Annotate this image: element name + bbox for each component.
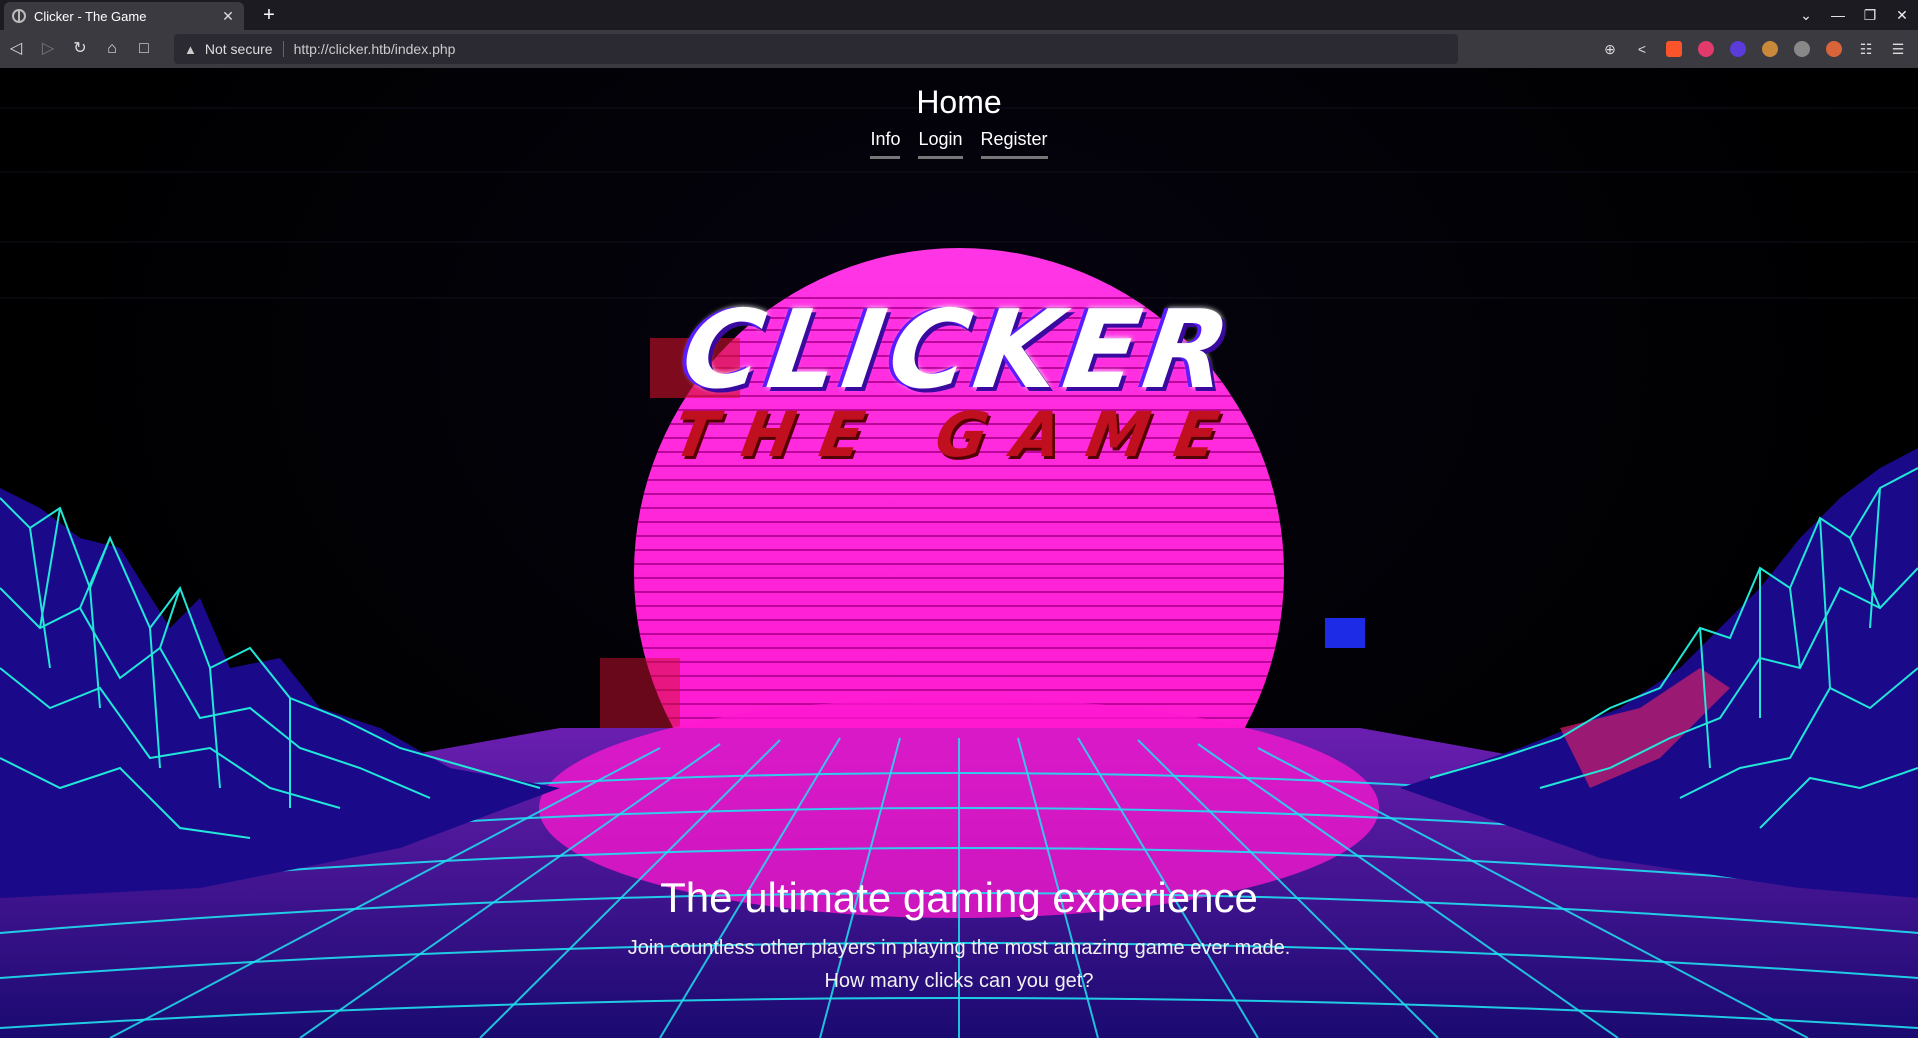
wappalyzer-icon[interactable]	[1820, 35, 1848, 63]
share-icon[interactable]: <	[1628, 35, 1656, 63]
close-tab-icon[interactable]: ✕	[220, 8, 236, 25]
extension-purple-icon[interactable]	[1724, 35, 1752, 63]
warning-icon: ▲	[184, 41, 197, 57]
site-nav: Info Login Register	[0, 129, 1918, 159]
globe-icon	[12, 9, 26, 23]
minimize-button[interactable]: —	[1822, 7, 1854, 23]
hero-section: The ultimate gaming experience Join coun…	[0, 874, 1918, 998]
address-bar[interactable]: ▲ Not secure http://clicker.htb/index.ph…	[174, 34, 1458, 64]
nav-link-register[interactable]: Register	[980, 129, 1048, 159]
close-window-button[interactable]: ✕	[1886, 7, 1918, 24]
site-header: Home Info Login Register	[0, 84, 1918, 159]
browser-tab[interactable]: Clicker - The Game ✕	[4, 2, 244, 30]
hero-heading: The ultimate gaming experience	[660, 874, 1258, 921]
page-title: Home	[916, 84, 1002, 120]
back-icon[interactable]: ◁	[0, 33, 32, 65]
url-text[interactable]: http://clicker.htb/index.php	[294, 41, 456, 57]
window-controls: ⌄ — ❐ ✕	[1790, 0, 1918, 30]
cookie-extension-icon[interactable]	[1756, 35, 1784, 63]
browser-tab-bar: Clicker - The Game ✕ + ⌄ — ❐ ✕	[0, 0, 1918, 30]
logo-title: CLICKER	[675, 288, 1243, 413]
forward-icon[interactable]: ▷	[32, 33, 64, 65]
tab-title: Clicker - The Game	[34, 8, 147, 24]
restore-button[interactable]: ❐	[1854, 7, 1886, 24]
nav-link-login[interactable]: Login	[918, 129, 963, 159]
security-label[interactable]: Not secure	[205, 41, 273, 57]
logo-subtitle: THE GAME	[668, 398, 1250, 471]
brave-shield-icon[interactable]	[1660, 35, 1688, 63]
zoom-icon[interactable]: ⊕	[1596, 35, 1624, 63]
tab-list-button[interactable]: ⌄	[1790, 7, 1822, 24]
page-content: Home Info Login Register CLICKER THE GAM…	[0, 68, 1918, 1038]
rewards-icon[interactable]	[1692, 35, 1720, 63]
new-tab-button[interactable]: +	[256, 2, 282, 28]
bookmark-icon[interactable]: □	[128, 33, 160, 65]
nav-link-info[interactable]: Info	[870, 129, 901, 159]
puzzle-icon[interactable]: ☷	[1852, 35, 1880, 63]
home-icon[interactable]: ⌂	[96, 33, 128, 65]
menu-icon[interactable]: ☰	[1884, 35, 1912, 63]
glasses-extension-icon[interactable]	[1788, 35, 1816, 63]
url-separator	[282, 41, 284, 57]
hero-text: Join countless other players in playing …	[627, 937, 1291, 992]
extensions-area: ⊕ < ☷ ☰	[1596, 34, 1912, 64]
reload-icon[interactable]: ↻	[64, 33, 96, 65]
